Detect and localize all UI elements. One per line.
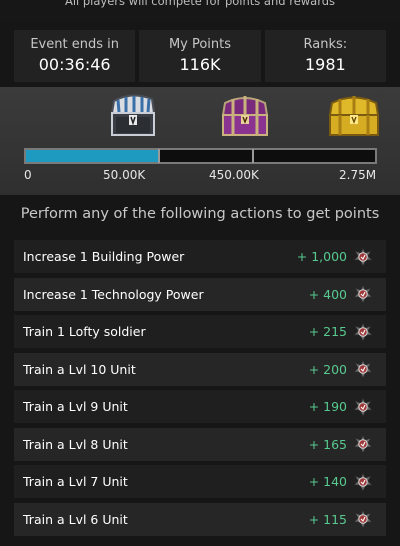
action-points: + 400 bbox=[308, 286, 347, 302]
points-medal-icon bbox=[353, 283, 373, 304]
event-timer-label: Event ends in bbox=[30, 37, 119, 52]
action-name: Train a Lvl 6 Unit bbox=[23, 511, 128, 527]
event-timer-card: Event ends in 00:36:46 bbox=[14, 30, 136, 82]
action-points: + 190 bbox=[308, 399, 347, 414]
points-medal-icon bbox=[353, 358, 373, 379]
milestone-tick bbox=[252, 149, 254, 163]
points-medal-icon bbox=[353, 246, 373, 267]
action-points: + 200 bbox=[308, 361, 347, 377]
rank-card[interactable]: Ranks: 1981 bbox=[264, 30, 386, 82]
event-subtitle: All players will compete for points and … bbox=[64, 0, 336, 8]
action-points: + 215 bbox=[308, 324, 347, 339]
milestone-label: 450.00K bbox=[209, 168, 259, 182]
stats-row: Event ends in 00:36:46 My Points 116K Ra… bbox=[14, 30, 386, 82]
points-medal-icon bbox=[353, 471, 373, 492]
action-row: Train a Lvl 8 Unit + 165 bbox=[14, 427, 386, 461]
action-points: + 115 bbox=[308, 511, 347, 527]
action-name: Train a Lvl 9 Unit bbox=[23, 399, 128, 414]
actions-title: Perform any of the following actions to … bbox=[20, 206, 380, 222]
action-row: Train a Lvl 6 Unit + 115 bbox=[14, 502, 386, 536]
points-medal-icon bbox=[353, 508, 373, 529]
milestone-tick bbox=[158, 149, 160, 163]
rank-value: 1981 bbox=[304, 55, 346, 74]
reward-progress-fill bbox=[26, 150, 159, 162]
action-row: Train a Lvl 7 Unit + 140 bbox=[14, 465, 386, 498]
points-medal-icon bbox=[353, 321, 373, 342]
milestone-label: 2.75M bbox=[339, 168, 377, 182]
event-timer-value: 00:36:46 bbox=[38, 55, 111, 74]
gold-chest-icon[interactable] bbox=[326, 93, 382, 139]
action-row: Increase 1 Building Power + 1,000 bbox=[14, 240, 386, 273]
points-medal-icon bbox=[353, 396, 373, 417]
event-subtitle-banner: All players will compete for points and … bbox=[0, 0, 400, 22]
action-name: Train a Lvl 10 Unit bbox=[23, 361, 136, 377]
action-name: Increase 1 Technology Power bbox=[23, 286, 204, 302]
points-medal-icon bbox=[353, 433, 373, 454]
milestone-label: 0 bbox=[24, 168, 32, 182]
action-row: Train a Lvl 10 Unit + 200 bbox=[14, 352, 386, 386]
action-points: + 140 bbox=[308, 474, 347, 489]
action-row: Train 1 Lofty soldier + 215 bbox=[14, 315, 386, 348]
my-points-label: My Points bbox=[168, 37, 232, 52]
action-row: Train a Lvl 9 Unit + 190 bbox=[14, 390, 386, 423]
my-points-card: My Points 116K bbox=[139, 30, 261, 82]
action-name: Train a Lvl 8 Unit bbox=[23, 436, 128, 452]
purple-chest-icon[interactable] bbox=[217, 93, 273, 139]
milestone-label: 50.00K bbox=[103, 168, 146, 182]
reward-progress-bar bbox=[24, 148, 377, 164]
rank-label: Ranks: bbox=[303, 37, 348, 52]
action-points: + 1,000 bbox=[296, 249, 347, 264]
my-points-value: 116K bbox=[179, 55, 221, 74]
action-name: Train a Lvl 7 Unit bbox=[23, 474, 128, 489]
action-name: Increase 1 Building Power bbox=[23, 249, 185, 264]
action-name: Train 1 Lofty soldier bbox=[23, 324, 146, 339]
action-points: + 165 bbox=[308, 436, 347, 452]
action-row: Increase 1 Technology Power + 400 bbox=[14, 277, 386, 311]
silver-chest-icon[interactable] bbox=[104, 93, 160, 139]
